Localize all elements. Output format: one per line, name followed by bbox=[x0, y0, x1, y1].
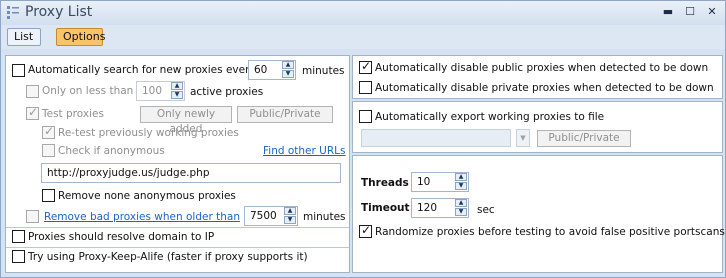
arrow-up-icon[interactable]: ▲ bbox=[171, 82, 183, 90]
test-proxies-label: Test proxies bbox=[42, 108, 104, 120]
check-anonymous-checkbox[interactable] bbox=[42, 144, 55, 157]
chevron-down-icon[interactable]: ▼ bbox=[516, 129, 530, 147]
timeout-stepper[interactable]: 120 ▲ ▼ bbox=[411, 198, 469, 218]
threads-stepper[interactable]: 10 ▲ ▼ bbox=[411, 172, 469, 192]
auto-search-checkbox[interactable] bbox=[12, 64, 25, 77]
randomize-label: Randomize proxies before testing to avoi… bbox=[375, 226, 725, 238]
test-public-private-button[interactable]: Public/Private bbox=[237, 106, 333, 123]
search-interval-unit: minutes bbox=[302, 65, 345, 77]
title-bar: Proxy List ▬ ☐ ✕ bbox=[1, 1, 725, 25]
retest-working-label: Re-test previously working proxies bbox=[58, 127, 239, 139]
active-proxies-unit: active proxies bbox=[190, 86, 264, 98]
export-file-combo[interactable] bbox=[361, 129, 511, 147]
bad-proxy-age-value: 7500 bbox=[250, 210, 277, 222]
proxy-list-window: Proxy List ▬ ☐ ✕ List Options Automatica… bbox=[0, 0, 726, 278]
only-less-than-checkbox[interactable] bbox=[26, 85, 39, 98]
disable-private-checkbox[interactable] bbox=[359, 81, 372, 94]
bad-proxy-age-unit: minutes bbox=[303, 211, 346, 223]
auto-search-label: Automatically search for new proxies eve… bbox=[28, 64, 256, 76]
check-icon: ✓ bbox=[44, 124, 55, 138]
find-other-urls-link[interactable]: Find other URLs bbox=[263, 144, 345, 158]
timeout-unit: sec bbox=[477, 204, 495, 216]
arrow-down-icon[interactable]: ▼ bbox=[284, 216, 296, 224]
close-icon[interactable]: ✕ bbox=[703, 4, 721, 20]
disable-options-panel: ✓ Automatically disable public proxies w… bbox=[352, 55, 723, 99]
remove-non-anonymous-label: Remove none anonymous proxies bbox=[58, 190, 236, 202]
window-title: Proxy List bbox=[25, 4, 93, 20]
bad-proxy-age-stepper[interactable]: 7500 ▲ ▼ bbox=[244, 206, 298, 226]
only-less-than-label: Only on less than bbox=[42, 85, 134, 97]
options-toolbar: List Options bbox=[1, 25, 725, 49]
keep-alive-label: Try using Proxy-Keep-Alife (faster if pr… bbox=[28, 251, 308, 263]
resolve-domain-label: Proxies should resolve domain to IP bbox=[28, 231, 215, 243]
remove-bad-proxies-checkbox[interactable] bbox=[26, 210, 39, 223]
check-anonymous-label: Check if anonymous bbox=[58, 145, 165, 157]
check-icon: ✓ bbox=[361, 59, 372, 73]
divider bbox=[6, 227, 349, 228]
auto-export-checkbox[interactable] bbox=[359, 110, 372, 123]
search-test-options-panel: Automatically search for new proxies eve… bbox=[5, 55, 350, 273]
keep-alive-checkbox[interactable] bbox=[12, 250, 25, 263]
check-icon: ✓ bbox=[28, 105, 39, 119]
proxy-list-app-icon bbox=[7, 6, 19, 19]
disable-public-label: Automatically disable public proxies whe… bbox=[375, 62, 709, 74]
search-interval-stepper[interactable]: 60 ▲ ▼ bbox=[248, 60, 296, 80]
test-proxies-checkbox[interactable]: ✓ bbox=[26, 105, 39, 120]
tab-options[interactable]: Options bbox=[56, 28, 105, 46]
timeout-value: 120 bbox=[417, 202, 438, 214]
arrow-up-icon[interactable]: ▲ bbox=[455, 173, 467, 181]
randomize-checkbox[interactable]: ✓ bbox=[359, 223, 372, 238]
arrow-down-icon[interactable]: ▼ bbox=[171, 91, 183, 99]
divider bbox=[6, 247, 349, 248]
disable-private-label: Automatically disable private proxies wh… bbox=[375, 82, 714, 94]
judge-url-value: http://proxyjudge.us/judge.php bbox=[47, 167, 210, 179]
arrow-down-icon[interactable]: ▼ bbox=[455, 182, 467, 190]
threads-label: Threads bbox=[361, 177, 409, 189]
only-newly-added-button[interactable]: Only newly added bbox=[140, 106, 232, 135]
export-public-private-button[interactable]: Public/Private bbox=[537, 130, 631, 147]
resolve-domain-checkbox[interactable] bbox=[12, 230, 25, 243]
disable-public-checkbox[interactable]: ✓ bbox=[359, 59, 372, 74]
threads-value: 10 bbox=[417, 176, 431, 188]
maximize-icon[interactable]: ☐ bbox=[681, 4, 699, 20]
judge-url-input[interactable]: http://proxyjudge.us/judge.php bbox=[41, 163, 341, 183]
check-icon: ✓ bbox=[361, 223, 372, 237]
testing-options-panel: Threads 10 ▲ ▼ Timeout 120 ▲ ▼ sec ✓ Ran… bbox=[352, 155, 725, 273]
arrow-up-icon[interactable]: ▲ bbox=[455, 199, 467, 207]
arrow-up-icon[interactable]: ▲ bbox=[284, 207, 296, 215]
auto-export-label: Automatically export working proxies to … bbox=[375, 111, 605, 123]
tab-list[interactable]: List bbox=[7, 28, 41, 46]
arrow-down-icon[interactable]: ▼ bbox=[455, 208, 467, 216]
retest-working-checkbox[interactable]: ✓ bbox=[42, 124, 55, 139]
search-interval-value: 60 bbox=[254, 64, 268, 76]
timeout-label: Timeout bbox=[361, 202, 410, 214]
export-options-panel: Automatically export working proxies to … bbox=[352, 101, 723, 153]
active-proxies-value: 100 bbox=[142, 85, 163, 97]
remove-non-anonymous-checkbox[interactable] bbox=[42, 189, 55, 202]
arrow-down-icon[interactable]: ▼ bbox=[282, 70, 294, 78]
minimize-icon[interactable]: ▬ bbox=[659, 4, 677, 20]
active-proxies-stepper[interactable]: 100 ▲ ▼ bbox=[136, 81, 185, 101]
arrow-up-icon[interactable]: ▲ bbox=[282, 61, 294, 69]
remove-bad-proxies-link[interactable]: Remove bad proxies when older than bbox=[44, 210, 240, 224]
